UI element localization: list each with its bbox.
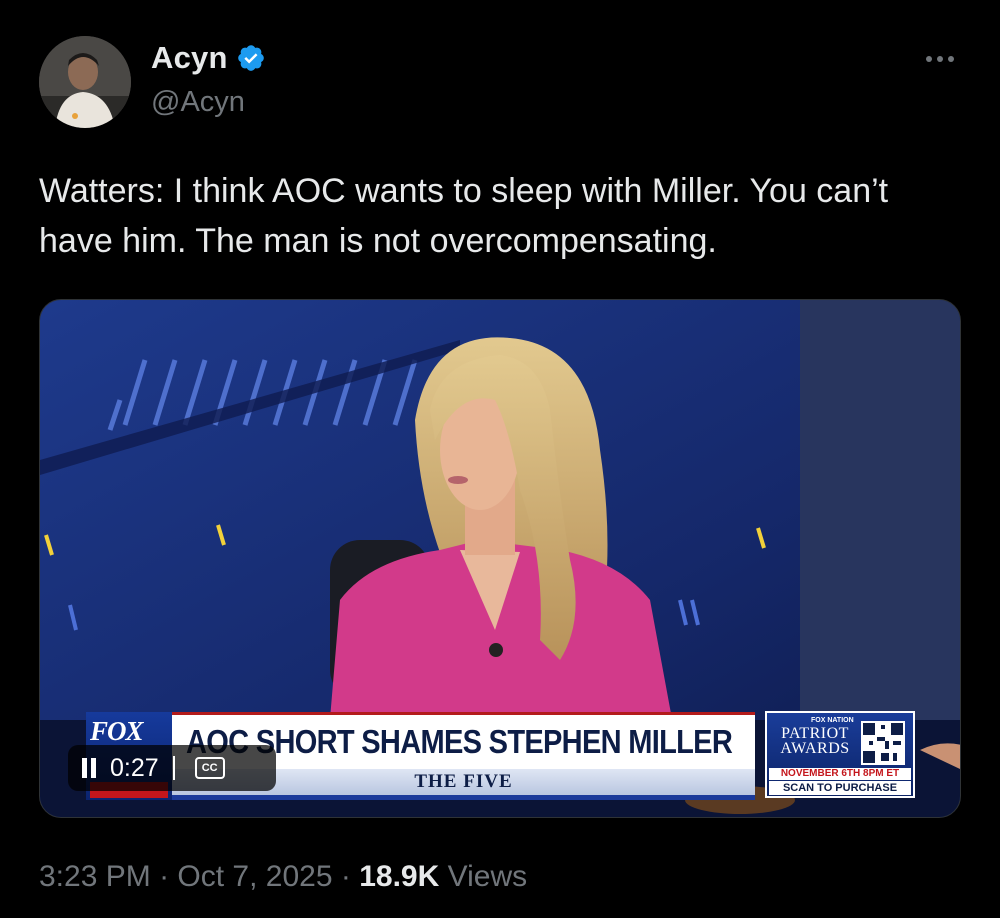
avatar-photo <box>39 36 131 128</box>
playback-time: 0:27 <box>110 753 159 782</box>
tweet-meta: 3:23 PM · Oct 7, 2025 · 18.9K Views <box>39 860 527 894</box>
avatar[interactable] <box>39 36 131 128</box>
patriot-awards-promo: FOX NATION PATRIOT AWARDS NOVEMBER 6TH 8… <box>765 711 915 798</box>
verified-badge-icon <box>237 45 264 71</box>
more-options-icon[interactable] <box>918 42 962 76</box>
promo-cta: SCAN TO PURCHASE <box>769 781 911 795</box>
closed-captions-icon[interactable]: CC <box>194 757 225 779</box>
views-count: 18.9K <box>359 860 440 893</box>
promo-title: PATRIOT AWARDS <box>780 725 850 757</box>
player-divider <box>172 756 175 780</box>
promo-network: FOX NATION <box>811 717 854 724</box>
display-name[interactable]: Acyn <box>151 40 228 76</box>
video-player[interactable]: FOX AOC SHORT SHAMES STEPHEN MILLER THE … <box>39 299 961 818</box>
pause-icon[interactable] <box>82 758 98 778</box>
chyron-divider <box>172 795 755 800</box>
qr-code-icon <box>861 721 905 765</box>
fox-logo-text: FOX <box>90 716 144 746</box>
meta-separator: · <box>159 860 170 893</box>
tweet-text: Watters: I think AOC wants to sleep with… <box>39 172 889 260</box>
views-label: Views <box>447 860 528 893</box>
tweet: Acyn @Acyn Watters: I think AOC wants to… <box>0 0 1000 918</box>
tweet-date[interactable]: Oct 7, 2025 <box>177 860 332 893</box>
meta-separator: · <box>340 860 351 893</box>
player-controls: 0:27 CC <box>68 745 276 791</box>
promo-date: NOVEMBER 6TH 8PM ET <box>769 768 911 780</box>
author-name-row: Acyn <box>151 40 266 76</box>
tweet-time[interactable]: 3:23 PM <box>39 860 151 893</box>
show-name: THE FIVE <box>414 771 513 792</box>
author-handle[interactable]: @Acyn <box>151 86 245 119</box>
